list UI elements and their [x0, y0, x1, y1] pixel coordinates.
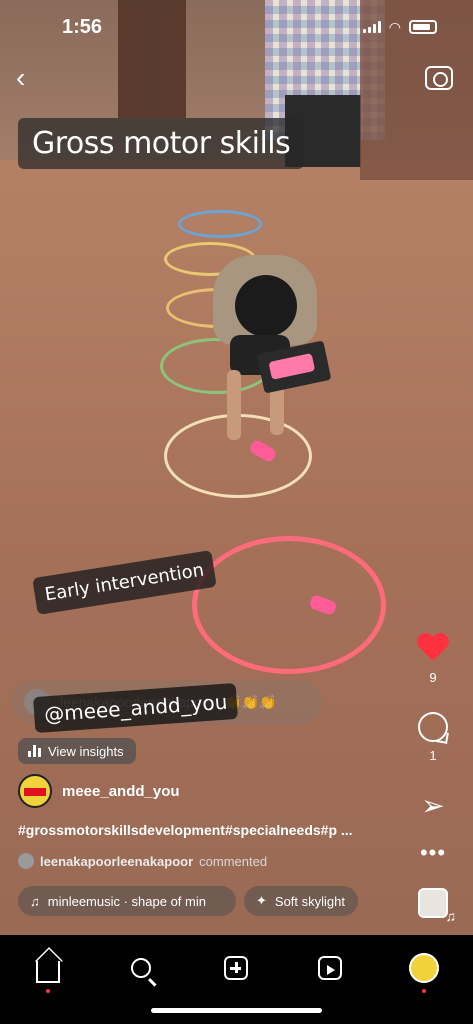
nav-add[interactable]	[213, 945, 259, 991]
home-icon	[36, 961, 60, 983]
effect-pill[interactable]: ✦ Soft skylight	[244, 886, 358, 916]
search-icon	[131, 958, 151, 978]
reels-icon	[318, 956, 342, 980]
paper-plane-icon[interactable]: ➢	[418, 792, 448, 820]
commenter-username: leenakapoorleenakapoor	[40, 853, 194, 869]
profile-icon	[409, 953, 439, 983]
status-bar: 1:56 ◠	[0, 0, 473, 56]
home-indicator	[151, 1008, 322, 1013]
view-insights-label: View insights	[48, 743, 124, 759]
audio-action[interactable]	[411, 888, 456, 924]
music-text: minleemusic · shape of min	[47, 893, 206, 909]
like-action[interactable]: 9	[411, 634, 455, 685]
wifi-icon: ◠	[388, 19, 401, 35]
more-icon[interactable]: •••	[420, 842, 446, 864]
child-figure	[205, 255, 332, 455]
notification-dot	[422, 989, 426, 993]
battery-icon	[409, 20, 437, 34]
nav-home[interactable]	[25, 945, 71, 993]
signal-icon	[362, 21, 381, 33]
commented-label: commented	[199, 853, 268, 869]
like-count: 9	[429, 670, 437, 685]
share-action[interactable]: ➢	[411, 792, 455, 820]
bar-chart-icon	[28, 745, 41, 757]
music-note-icon: ♫	[30, 893, 40, 909]
notification-dot	[46, 989, 50, 993]
nav-reels[interactable]	[307, 945, 353, 991]
music-pill[interactable]: ♫ minleemusic · shape of min	[18, 886, 236, 916]
more-action[interactable]: •••	[411, 842, 455, 864]
heart-icon[interactable]	[417, 634, 449, 664]
back-button[interactable]: ‹	[16, 64, 40, 92]
view-insights-button[interactable]: View insights	[18, 738, 136, 764]
status-time: 1:56	[62, 16, 103, 38]
effect-text: Soft skylight	[274, 893, 345, 909]
nav-search[interactable]	[118, 945, 164, 991]
audio-thumbnail[interactable]	[418, 888, 456, 924]
camera-icon[interactable]	[425, 66, 453, 90]
commented-row[interactable]: leenakapoorleenakapoor commented	[18, 853, 267, 869]
comment-action[interactable]: 1	[411, 712, 455, 763]
add-icon	[224, 956, 248, 980]
author-username[interactable]: meee_andd_you	[62, 783, 180, 800]
hoop-blue	[178, 210, 262, 238]
sparkle-icon: ✦	[256, 893, 267, 908]
comment-count: 1	[429, 748, 437, 763]
caption[interactable]: #grossmotorskillsdevelopment#specialneed…	[18, 822, 396, 838]
hoop-pink	[192, 536, 386, 674]
avatar	[18, 853, 34, 869]
title-sticker: Gross motor skills	[18, 118, 305, 169]
nav-profile[interactable]	[401, 945, 447, 993]
chevron-left-icon: ‹	[16, 62, 26, 93]
author[interactable]: meee_andd_you	[18, 774, 180, 808]
comment-icon[interactable]	[418, 712, 448, 742]
avatar[interactable]	[18, 774, 52, 808]
